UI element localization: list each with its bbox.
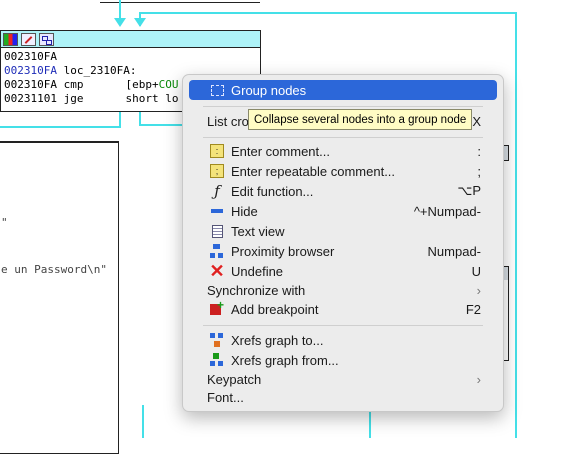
node-rename-icon[interactable]: [21, 32, 36, 46]
menu-item-undefine[interactable]: ✕ Undefine U: [189, 261, 497, 281]
address: 002310FA: [4, 78, 57, 91]
hide-icon: [209, 203, 225, 219]
edge-line: [139, 12, 517, 14]
node-group-icon[interactable]: [39, 32, 54, 46]
menu-item-edit-function[interactable]: ƒ Edit function... ⌥P: [189, 181, 497, 201]
comment-icon: :: [209, 143, 225, 159]
string-fragment: e un Password\n": [1, 263, 107, 276]
operand: [ebp+: [125, 78, 159, 91]
edge-line: [515, 12, 517, 438]
menu-item-font[interactable]: Font...: [189, 387, 497, 407]
string-fragment: ": [1, 216, 8, 229]
tooltip: Collapse several nodes into a group node: [248, 109, 473, 130]
edge-line: [139, 124, 183, 126]
address: 002310FA: [4, 50, 57, 63]
menu-item-synchronize-with[interactable]: Synchronize with ›: [189, 280, 497, 300]
menu-item-enter-comment[interactable]: : Enter comment... :: [189, 141, 497, 161]
address: 002310FA: [4, 64, 57, 77]
menu-item-xrefs-graph-to[interactable]: Xrefs graph to...: [189, 330, 497, 350]
menu-item-keypatch[interactable]: Keypatch ›: [189, 369, 497, 389]
breakpoint-icon: +: [209, 299, 225, 317]
code-line: 002310FA: [4, 50, 260, 64]
repeatable-comment-icon: ;: [209, 163, 225, 179]
operand: short lo: [125, 92, 179, 105]
edge-line: [0, 126, 121, 128]
menu-item-group-nodes[interactable]: Group nodes: [189, 80, 497, 100]
function-icon: ƒ: [214, 182, 220, 200]
arrow-down-icon: [114, 18, 126, 27]
label-text: loc_2310FA:: [56, 64, 137, 77]
xrefs-from-icon: [209, 352, 225, 368]
menu-item-add-breakpoint[interactable]: + Add breakpoint F2: [189, 299, 497, 319]
submenu-arrow-icon: ›: [476, 371, 481, 387]
menu-separator: [203, 137, 483, 138]
node-header: [1, 31, 260, 48]
xrefs-to-icon: [209, 332, 225, 348]
menu-item-text-view[interactable]: Text view: [189, 221, 497, 241]
node-color-icon[interactable]: [3, 32, 18, 46]
edge-line: [142, 405, 144, 438]
proximity-browser-icon: [209, 243, 225, 259]
arrow-down-icon: [134, 18, 146, 27]
menu-item-xrefs-graph-from[interactable]: Xrefs graph from...: [189, 350, 497, 370]
graph-node-left[interactable]: " e un Password\n": [0, 141, 119, 454]
menu-item-hide[interactable]: Hide ^+Numpad-: [189, 201, 497, 221]
operand-green: COU: [158, 78, 179, 91]
undefine-icon: ✕: [209, 260, 225, 281]
menu-separator: [203, 106, 483, 107]
submenu-arrow-icon: ›: [476, 282, 481, 298]
menu-item-proximity-browser[interactable]: Proximity browser Numpad-: [189, 241, 497, 261]
address: 00231101: [4, 92, 57, 105]
text-view-icon: [209, 223, 225, 239]
mnemonic: cmp: [56, 78, 84, 91]
group-nodes-icon: [209, 82, 225, 98]
mnemonic: jge: [56, 92, 84, 105]
top-node-bottom-edge: [100, 2, 260, 3]
menu-item-enter-repeatable-comment[interactable]: ; Enter repeatable comment... ;: [189, 161, 497, 181]
menu-separator: [203, 325, 483, 326]
